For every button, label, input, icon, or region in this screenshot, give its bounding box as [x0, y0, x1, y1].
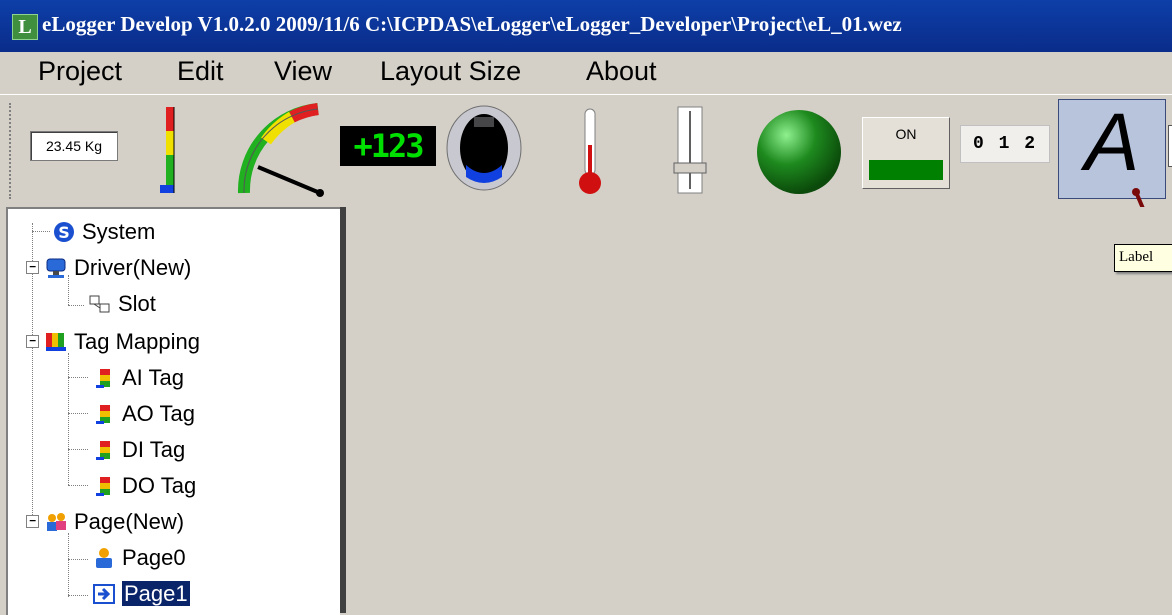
label-tool[interactable]: A [1058, 97, 1166, 199]
tree-label-page0: Page0 [122, 545, 186, 570]
page-icon [92, 547, 116, 569]
system-icon: S [52, 221, 76, 243]
tree-label-page: Page(New) [74, 509, 185, 534]
label-tool-glyph: A [1084, 97, 1140, 188]
window-title: eLogger Develop V1.0.2.0 2009/11/6 C:\IC… [42, 12, 902, 36]
tree-label-driver: Driver(New) [74, 255, 192, 280]
driver-expander[interactable]: − [26, 261, 39, 274]
tree-line [68, 533, 69, 597]
led-tool[interactable] [754, 107, 844, 197]
on-button-label: ON [895, 126, 917, 142]
slider-icon [673, 106, 707, 194]
tag-icon [92, 439, 116, 461]
tree-line [68, 305, 84, 306]
menu-view[interactable]: View [274, 56, 332, 87]
driver-icon [44, 257, 68, 279]
tree-label-page1: Page1 [121, 580, 191, 607]
tree-label-ai-tag: AI Tag [122, 365, 184, 390]
thermometer-icon [579, 108, 601, 194]
tree-item-ao-tag[interactable]: AO Tag [92, 399, 195, 429]
toolbar: 23.45 Kg +123 ON 0 1 2 A [0, 94, 1172, 205]
tree-label-di-tag: DI Tag [122, 437, 186, 462]
on-button-tool[interactable]: ON [862, 117, 950, 189]
toolbar-grip[interactable] [9, 103, 14, 199]
thermometer-tool[interactable] [570, 105, 610, 199]
tree-line [68, 595, 88, 596]
tree-label-slot: Slot [118, 291, 156, 316]
svg-text:S: S [58, 223, 70, 242]
on-indicator [869, 160, 943, 180]
tag-mapping-icon [44, 331, 68, 353]
gauge-tool[interactable] [232, 101, 328, 199]
tree-line [68, 353, 69, 485]
bar-meter-icon [160, 107, 175, 193]
tree-line [68, 559, 88, 560]
title-bar: L eLogger Develop V1.0.2.0 2009/11/6 C:\… [0, 0, 1172, 52]
tree-line [68, 377, 88, 378]
tree-label-tag-mapping: Tag Mapping [74, 329, 200, 354]
tank-icon [446, 105, 522, 191]
tree-label-do-tag: DO Tag [122, 473, 197, 498]
tree-item-slot[interactable]: Slot [88, 289, 156, 319]
numeric-display-tool[interactable]: 0 1 2 [960, 125, 1050, 163]
tree-line [68, 413, 88, 414]
slot-icon [88, 293, 112, 315]
tree-item-tag-mapping[interactable]: Tag Mapping [44, 327, 200, 357]
tree-item-page0[interactable]: Page0 [92, 543, 186, 573]
label-tooltip: Label [1114, 244, 1172, 272]
menu-layout-size[interactable]: Layout Size [380, 56, 521, 87]
tag-mapping-expander[interactable]: − [26, 335, 39, 348]
app-icon: L [12, 14, 38, 40]
project-tree[interactable]: − − − S System Driver(New) Slot Tag Mapp… [6, 207, 340, 615]
tag-icon [92, 403, 116, 425]
led-icon [757, 110, 841, 194]
page-arrow-icon [92, 583, 116, 605]
tank-tool[interactable] [444, 103, 524, 193]
tree-item-di-tag[interactable]: DI Tag [92, 435, 185, 465]
tree-item-page1[interactable]: Page1 [92, 579, 191, 609]
tree-item-ai-tag[interactable]: AI Tag [92, 363, 184, 393]
page-expander[interactable]: − [26, 515, 39, 528]
tag-icon [92, 475, 116, 497]
menu-bar: Project Edit View Layout Size About [0, 52, 1172, 94]
tree-line [68, 449, 88, 450]
tree-line [68, 485, 88, 486]
design-canvas[interactable] [346, 207, 1172, 613]
menu-about[interactable]: About [586, 56, 657, 87]
menu-project[interactable]: Project [38, 56, 122, 87]
tree-item-do-tag[interactable]: DO Tag [92, 471, 196, 501]
slider-tool[interactable] [670, 105, 710, 197]
tag-icon [92, 367, 116, 389]
page-group-icon [44, 511, 68, 533]
tree-label-system: System [82, 219, 156, 244]
tree-item-page[interactable]: Page(New) [44, 507, 184, 537]
tree-item-driver[interactable]: Driver(New) [44, 253, 191, 283]
tree-label-ao-tag: AO Tag [122, 401, 195, 426]
tree-line [32, 231, 50, 232]
menu-edit[interactable]: Edit [177, 56, 224, 87]
seven-segment-tool[interactable]: +123 [340, 126, 436, 166]
weight-display-tool[interactable]: 23.45 Kg [30, 131, 118, 161]
tree-item-system[interactable]: S System [52, 217, 155, 247]
bar-meter-tool[interactable] [150, 103, 190, 199]
next-tool-edge[interactable] [1168, 125, 1172, 167]
gauge-icon [237, 103, 324, 197]
